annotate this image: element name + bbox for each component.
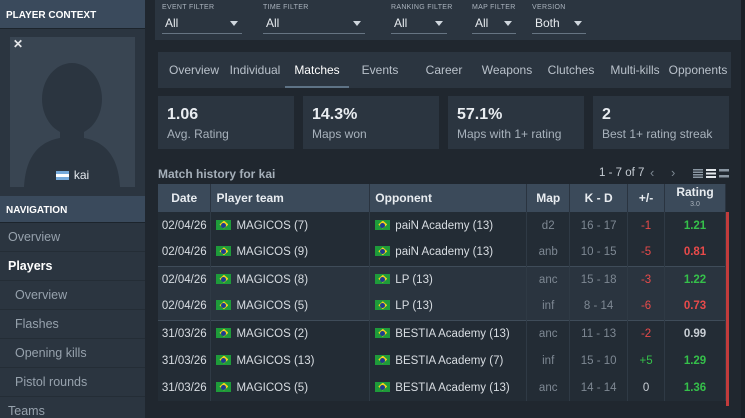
tab-overview[interactable]: Overview [161,52,227,88]
nav-item-opening-kills[interactable]: Opening kills [0,339,145,368]
nav-item-pistol-rounds[interactable]: Pistol rounds [0,368,145,397]
brazil-flag-icon [375,219,391,230]
player-name: kai [0,168,145,182]
brazil-flag-icon [375,327,391,338]
brazil-flag-icon [216,273,232,284]
nav-item-teams[interactable]: Teams [0,397,145,418]
filter-bar: EVENT FILTER All TIME FILTER All RANKING… [155,0,745,40]
compact-list-icon[interactable] [693,169,703,178]
tab-events[interactable]: Events [356,52,404,88]
stat-card-avg-rating: 1.06 Avg. Rating [158,96,294,149]
wide-list-icon[interactable] [719,169,729,178]
match-history-title: Match history for kai [158,167,276,181]
tab-multi-kills[interactable]: Multi-kills [607,52,663,88]
nav-item-flashes[interactable]: Flashes [0,310,145,339]
tab-matches[interactable]: Matches [285,52,349,88]
time-filter-select[interactable]: All [263,12,365,34]
brazil-flag-icon [216,219,232,230]
column-rating[interactable]: Rating 3.0 [664,184,726,212]
table-header-row: Date Player team Opponent Map K - D +/- … [158,184,726,212]
brazil-flag-icon [375,246,391,257]
table-row[interactable]: 02/04/26 MAGICOS (9) paiN Academy (13) a… [158,239,726,266]
player-tabs: Overview Individual Matches Events Caree… [158,52,731,88]
column-opponent[interactable]: Opponent [369,184,528,212]
chevron-down-icon [353,21,361,26]
nav-item-overview[interactable]: Overview [0,223,145,252]
stat-card-maps-won: 14.3% Maps won [303,96,439,149]
chevron-down-icon [574,21,582,26]
tab-weapons[interactable]: Weapons [479,52,535,88]
page-scrollbar[interactable] [741,0,745,418]
avatar [10,37,135,187]
pager-text: 1 - 7 of 7 [599,167,645,179]
list-view-icon[interactable] [706,169,716,178]
brazil-flag-icon [216,327,232,338]
version-filter-select[interactable]: Both [532,12,586,34]
chevron-left-icon[interactable]: ‹ [650,165,654,180]
sidebar: PLAYER CONTEXT ✕ kai NAVIGATION Overview… [0,0,145,418]
chevron-down-icon [504,21,512,26]
brazil-flag-icon [216,300,232,311]
map-filter-select[interactable]: All [472,12,516,34]
table-row[interactable]: 31/03/26 MAGICOS (2) BESTIA Academy (13)… [158,319,726,347]
event-filter-select[interactable]: All [162,12,242,34]
navigation-header: NAVIGATION [0,196,145,223]
rating-edge-bar [726,212,729,406]
tab-clutches[interactable]: Clutches [545,52,597,88]
argentina-flag-icon [55,171,69,180]
tab-individual[interactable]: Individual [227,52,283,88]
brazil-flag-icon [216,246,232,257]
nav-item-players-overview[interactable]: Overview [0,281,145,310]
navigation-menu: Overview Players Overview Flashes Openin… [0,223,145,418]
tab-career[interactable]: Career [419,52,469,88]
table-row[interactable]: 31/03/26 MAGICOS (13) BESTIA Academy (7)… [158,347,726,374]
chevron-down-icon [435,21,443,26]
column-player-team[interactable]: Player team [210,184,371,212]
tab-opponents[interactable]: Opponents [667,52,729,88]
chevron-right-icon[interactable]: › [671,165,675,180]
table-row[interactable]: 02/04/26 MAGICOS (7) paiN Academy (13) d… [158,212,726,239]
brazil-flag-icon [216,381,232,392]
table-row[interactable]: 31/03/26 MAGICOS (5) BESTIA Academy (13)… [158,374,726,401]
nav-item-players[interactable]: Players [0,252,145,281]
brazil-flag-icon [375,354,391,365]
column-kd[interactable]: K - D [569,184,629,212]
chevron-down-icon [230,21,238,26]
stat-card-best-streak: 2 Best 1+ rating streak [593,96,729,149]
player-context-header: PLAYER CONTEXT [0,0,145,29]
brazil-flag-icon [216,354,232,365]
player-silhouette-icon [24,63,120,187]
table-row[interactable]: 02/04/26 MAGICOS (8) LP (13) anc 15 - 18… [158,265,726,293]
stat-card-maps-with-rating: 57.1% Maps with 1+ rating [448,96,584,149]
column-map[interactable]: Map [526,184,571,212]
column-diff[interactable]: +/- [627,184,666,212]
brazil-flag-icon [375,381,391,392]
brazil-flag-icon [375,300,391,311]
column-date[interactable]: Date [158,184,212,212]
table-row[interactable]: 02/04/26 MAGICOS (5) LP (13) inf 8 - 14 … [158,293,726,320]
match-history-table: Date Player team Opponent Map K - D +/- … [158,184,726,401]
ranking-filter-select[interactable]: All [391,12,447,34]
close-icon[interactable]: ✕ [13,37,23,51]
brazil-flag-icon [375,273,391,284]
